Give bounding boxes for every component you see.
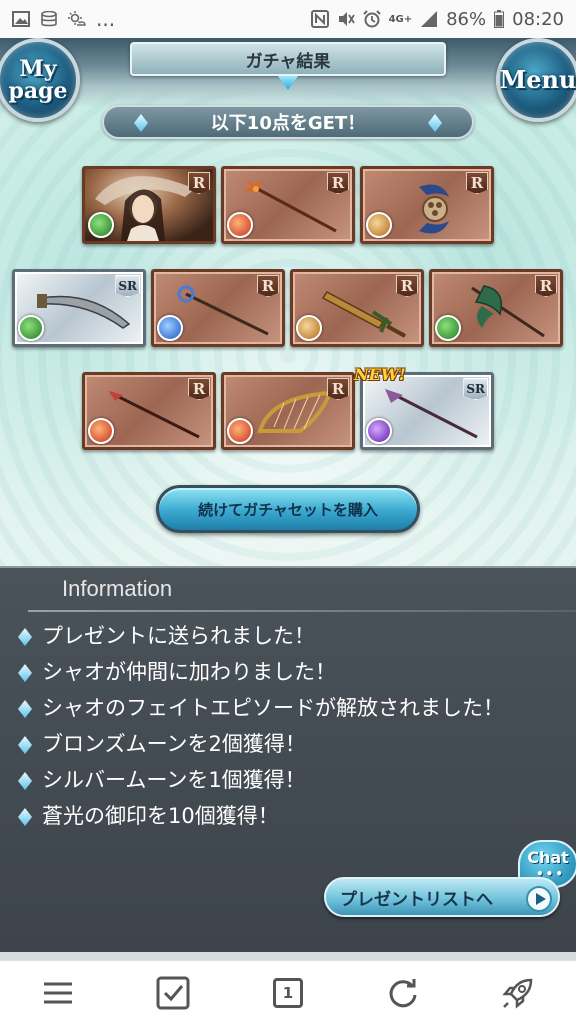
nfc-icon [310, 10, 329, 28]
wind-element-icon [18, 315, 44, 341]
list-item: プレゼントに送られました！ [16, 618, 556, 654]
buy-gacha-set-button[interactable]: 続けてガチャセットを購入 [156, 485, 420, 533]
result-card[interactable]: SR [12, 269, 146, 347]
fire-element-icon [227, 212, 253, 238]
information-list: プレゼントに送られました！ シャオが仲間に加わりました！ シャオのフェイトエピソ… [16, 618, 556, 834]
list-item: 蒼光の御印を10個獲得！ [16, 798, 556, 834]
result-card[interactable]: R [151, 269, 285, 347]
rarity-badge: R [466, 172, 488, 194]
page-title: ガチャ結果 [130, 42, 446, 76]
rocket-icon[interactable] [498, 973, 538, 1013]
rarity-badge: SR [463, 378, 488, 400]
present-list-button[interactable]: プレゼントリストへ [324, 877, 560, 917]
dark-element-icon [366, 418, 392, 444]
banner-gem-right-icon [428, 114, 442, 132]
diamond-bullet-icon [18, 628, 32, 646]
footer-strip [0, 952, 576, 960]
list-item: ブロンズムーンを2個獲得！ [16, 726, 556, 762]
image-icon [12, 11, 30, 27]
alarm-icon [362, 10, 381, 28]
result-card[interactable]: R [290, 269, 424, 347]
mute-icon [338, 12, 355, 26]
play-arrow-icon [526, 886, 552, 912]
earth-element-icon [366, 212, 392, 238]
network-label: 4G+ [388, 13, 413, 25]
list-item: シャオのフェイトエピソードが解放されました！ [16, 690, 556, 726]
information-title: Information [62, 576, 173, 601]
diamond-bullet-icon [18, 700, 32, 718]
earth-element-icon [296, 315, 322, 341]
information-panel: Information プレゼントに送られました！ シャオが仲間に加わりました！… [0, 566, 576, 952]
diamond-bullet-icon [18, 772, 32, 790]
wind-element-icon [435, 315, 461, 341]
storage-icon [41, 11, 57, 27]
diamond-bullet-icon [18, 664, 32, 682]
list-item: シャオが仲間に加わりました！ [16, 654, 556, 690]
diamond-bullet-icon [18, 808, 32, 826]
present-list-label: プレゼントリストへ [340, 889, 493, 910]
list-item: シルバームーンを1個獲得！ [16, 762, 556, 798]
mypage-button[interactable]: My page [0, 38, 80, 122]
result-card[interactable]: R [82, 372, 216, 450]
chat-label: Chat [527, 848, 569, 867]
rarity-badge: R [257, 275, 279, 297]
battery-icon [494, 10, 505, 28]
mypage-label-line1: My [19, 56, 57, 82]
mypage-label-line2: page [8, 78, 68, 104]
banner-gem-left-icon [134, 114, 148, 132]
signal-icon [421, 11, 438, 27]
rarity-badge: SR [115, 275, 140, 297]
rarity-badge: R [188, 378, 210, 400]
rarity-badge: R [327, 172, 349, 194]
menu-button[interactable]: Menu [496, 38, 576, 122]
tab-count: 1 [272, 977, 303, 1008]
battery-percent: 86% [446, 8, 487, 30]
rarity-badge: R [535, 275, 557, 297]
result-card[interactable]: R [221, 166, 355, 244]
diamond-bullet-icon [18, 736, 32, 754]
new-badge: NEW! [354, 365, 406, 384]
wind-element-icon [88, 212, 114, 238]
status-bar: ... 4G+ 86% 08:20 [0, 0, 576, 38]
result-card[interactable]: R [429, 269, 563, 347]
fire-element-icon [88, 418, 114, 444]
rarity-badge: R [327, 378, 349, 400]
menu-icon[interactable] [38, 973, 78, 1013]
water-element-icon [157, 315, 183, 341]
checkbox-icon[interactable] [153, 973, 193, 1013]
get-banner-text: 以下10点をGET！ [210, 113, 366, 134]
browser-bottom-nav: 1 [0, 960, 576, 1024]
gacha-result-screen: ガチャ結果 My page Menu 以下10点をGET！ R R R SR R [0, 38, 576, 566]
weather-icon [68, 11, 86, 26]
fire-element-icon [227, 418, 253, 444]
rarity-badge: R [396, 275, 418, 297]
clock: 08:20 [512, 8, 564, 30]
more-notifications: ... [96, 7, 116, 31]
get-banner: 以下10点をGET！ [102, 105, 474, 139]
rarity-badge: R [188, 172, 210, 194]
result-card[interactable]: R [82, 166, 216, 244]
result-card[interactable]: R [221, 372, 355, 450]
information-divider [28, 610, 576, 612]
tabs-icon[interactable]: 1 [268, 973, 308, 1013]
refresh-icon[interactable] [383, 973, 423, 1013]
result-card[interactable]: R [360, 166, 494, 244]
